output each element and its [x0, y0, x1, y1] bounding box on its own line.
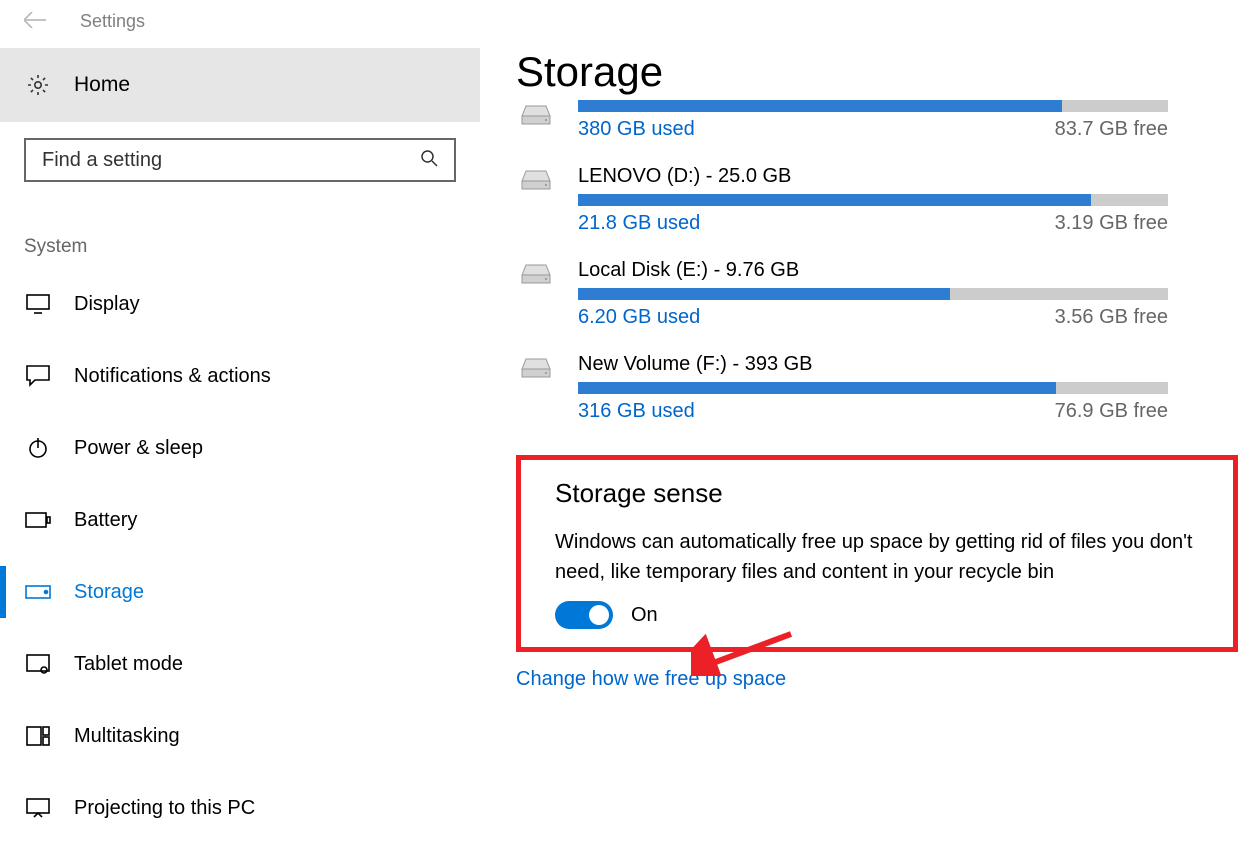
storage-sense-toggle[interactable] — [555, 601, 613, 629]
chat-icon — [24, 365, 52, 387]
search-input[interactable]: Find a setting — [24, 138, 456, 182]
tablet-icon — [24, 654, 52, 674]
content: Storage 380 GB used 83.7 GB free LENOVO (D… — [480, 48, 1243, 844]
drive-usage-bar — [578, 194, 1168, 206]
drive-row[interactable]: New Volume (F:) - 393 GB 316 GB used 76.9 … — [516, 353, 1238, 423]
drive-used: 316 GB used — [578, 400, 695, 423]
toggle-state-label: On — [631, 604, 658, 627]
drive-used: 21.8 GB used — [578, 212, 700, 235]
page-title: Storage — [516, 48, 1238, 96]
drive-icon — [516, 100, 578, 130]
storage-sense-description: Windows can automatically free up space … — [555, 527, 1203, 587]
display-icon — [24, 294, 52, 314]
drive-used: 380 GB used — [578, 118, 695, 141]
drive-name: New Volume (F:) - 393 GB — [578, 353, 1238, 376]
drive-row[interactable]: LENOVO (D:) - 25.0 GB 21.8 GB used 3.19 GB… — [516, 165, 1238, 235]
home-button[interactable]: Home — [0, 48, 480, 122]
sidebar-item-label: Storage — [74, 581, 144, 604]
sidebar-item-label: Display — [74, 293, 140, 316]
sidebar-item-label: Notifications & actions — [74, 365, 271, 388]
drive-free: 83.7 GB free — [1055, 118, 1168, 141]
titlebar: Settings — [0, 0, 1243, 48]
gear-icon — [24, 73, 52, 97]
sidebar-item-tablet[interactable]: Tablet mode — [0, 628, 480, 700]
drive-usage-bar — [578, 100, 1168, 112]
drive-row[interactable]: 380 GB used 83.7 GB free — [516, 100, 1238, 141]
multitasking-icon — [24, 726, 52, 746]
sidebar-item-label: Power & sleep — [74, 437, 203, 460]
drive-usage-bar — [578, 382, 1168, 394]
drive-usage-bar — [578, 288, 1168, 300]
drive-icon — [516, 353, 578, 383]
drive-name: LENOVO (D:) - 25.0 GB — [578, 165, 1238, 188]
search-placeholder: Find a setting — [42, 149, 420, 172]
back-icon[interactable] — [24, 8, 46, 34]
search-icon — [420, 149, 438, 171]
drive-used: 6.20 GB used — [578, 306, 700, 329]
sidebar-item-multitasking[interactable]: Multitasking — [0, 700, 480, 772]
sidebar-item-label: Tablet mode — [74, 653, 183, 676]
sidebar-item-label: Multitasking — [74, 725, 180, 748]
drive-icon — [516, 259, 578, 289]
projecting-icon — [24, 798, 52, 818]
change-free-up-link[interactable]: Change how we free up space — [516, 668, 1238, 691]
home-label: Home — [74, 73, 130, 97]
sidebar-item-notifications[interactable]: Notifications & actions — [0, 340, 480, 412]
storage-sense-section: Storage sense Windows can automatically … — [516, 455, 1238, 652]
section-header: System — [0, 188, 480, 268]
app-title: Settings — [80, 11, 145, 32]
sidebar-item-label: Battery — [74, 509, 137, 532]
sidebar-item-power[interactable]: Power & sleep — [0, 412, 480, 484]
storage-icon — [24, 585, 52, 599]
storage-sense-title: Storage sense — [555, 478, 1203, 509]
battery-icon — [24, 512, 52, 528]
sidebar-item-projecting[interactable]: Projecting to this PC — [0, 772, 480, 844]
sidebar-item-label: Projecting to this PC — [74, 797, 255, 820]
sidebar-item-display[interactable]: Display — [0, 268, 480, 340]
sidebar-item-storage[interactable]: Storage — [0, 556, 480, 628]
drive-free: 3.56 GB free — [1055, 306, 1168, 329]
drive-name: Local Disk (E:) - 9.76 GB — [578, 259, 1238, 282]
power-icon — [24, 437, 52, 459]
drive-free: 76.9 GB free — [1055, 400, 1168, 423]
sidebar: Home Find a setting System Display — [0, 48, 480, 844]
drive-free: 3.19 GB free — [1055, 212, 1168, 235]
sidebar-item-battery[interactable]: Battery — [0, 484, 480, 556]
drive-row[interactable]: Local Disk (E:) - 9.76 GB 6.20 GB used 3.5… — [516, 259, 1238, 329]
drive-icon — [516, 165, 578, 195]
